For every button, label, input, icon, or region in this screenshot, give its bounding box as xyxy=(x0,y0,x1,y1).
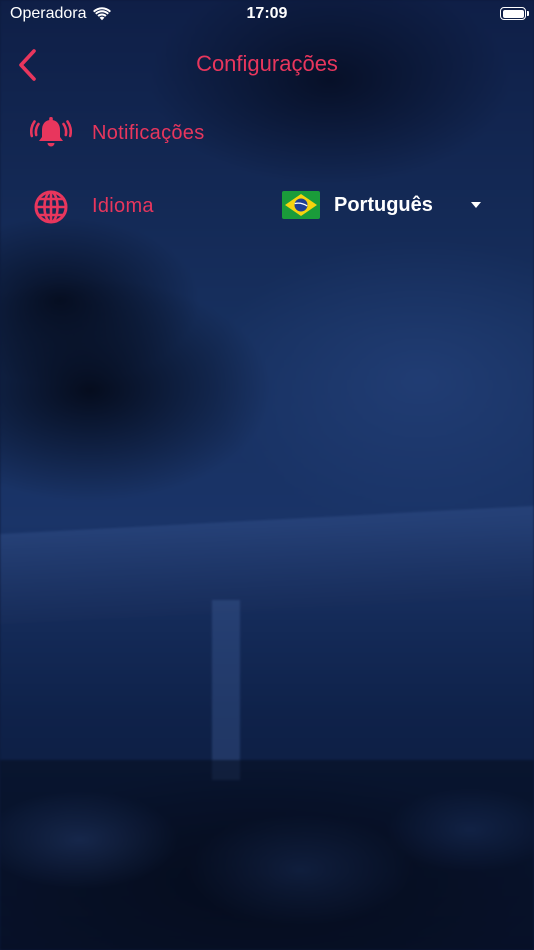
settings-screen: Operadora 17:09 Configurações Notificaçõ… xyxy=(0,0,534,950)
nav-bar: Configurações xyxy=(0,40,534,86)
background-shrubs xyxy=(0,760,534,950)
background-pillar xyxy=(212,600,240,780)
background-bridge xyxy=(0,506,534,624)
caret-down-icon xyxy=(471,202,481,208)
language-label: Idioma xyxy=(92,195,154,217)
language-selected-value: Português xyxy=(334,194,433,216)
notifications-label: Notificações xyxy=(92,122,205,144)
status-time: 17:09 xyxy=(246,5,288,22)
bell-ringing-icon xyxy=(30,114,72,154)
settings-row-language: Idioma Português xyxy=(0,179,534,235)
status-bar: Operadora 17:09 xyxy=(0,0,534,30)
battery-icon xyxy=(500,7,529,20)
settings-row-notifications[interactable]: Notificações xyxy=(0,106,534,162)
language-dropdown[interactable]: Português xyxy=(280,185,496,229)
page-title: Configurações xyxy=(196,51,338,76)
globe-icon xyxy=(30,187,72,227)
brazil-flag-icon xyxy=(282,191,320,219)
